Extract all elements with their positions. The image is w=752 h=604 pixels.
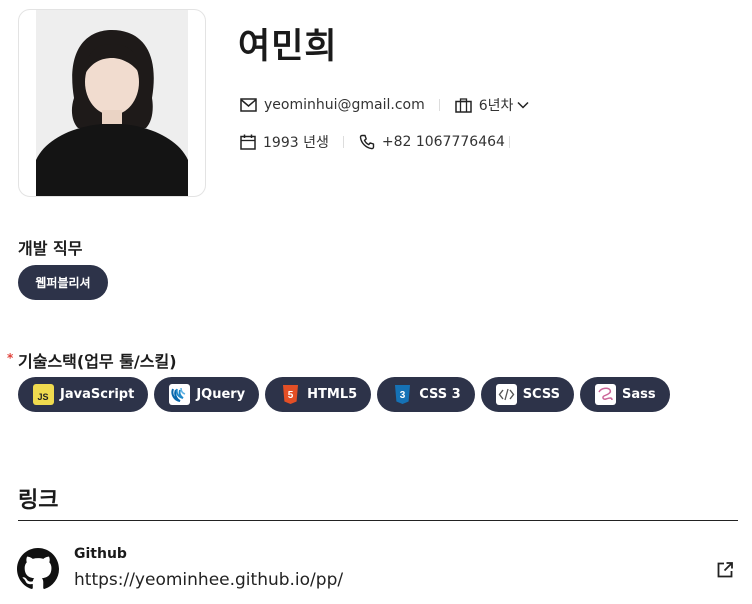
divider <box>438 99 440 111</box>
briefcase-icon <box>454 97 472 113</box>
github-icon <box>17 548 59 589</box>
birth-item: 1993 년생 <box>240 132 329 152</box>
skill-chip-javascript: JS JavaScript <box>18 377 149 412</box>
job-role-chip: 웹퍼블리셔 <box>18 265 108 300</box>
required-mark: * <box>7 351 14 365</box>
html5-icon: 5 <box>280 384 301 405</box>
calendar-icon <box>240 134 256 150</box>
job-section-label: 개발 직무 <box>18 239 83 258</box>
email-text: yeominhui@gmail.com <box>264 97 425 113</box>
birth-text: 1993 년생 <box>263 135 329 151</box>
skill-label: JQuery <box>196 387 246 402</box>
skill-chip-sass: Sass <box>579 377 670 412</box>
skill-chip-scss: SCSS <box>480 377 574 412</box>
phone-item: +82 1067776464 <box>359 132 505 152</box>
skill-label: SCSS <box>522 387 560 402</box>
external-link-icon[interactable] <box>716 561 734 579</box>
skill-label: CSS 3 <box>419 387 461 402</box>
code-icon <box>495 384 517 405</box>
contact-row-1: yeominhui@gmail.com 6년차 <box>240 95 529 115</box>
phone-text: +82 1067776464 <box>381 134 505 150</box>
jquery-icon <box>169 384 191 405</box>
skill-label: HTML5 <box>307 387 358 402</box>
svg-text:5: 5 <box>288 390 294 401</box>
sass-icon <box>594 384 616 405</box>
skill-chip-list: JS JavaScript JQuery 5 HTML5 3 CSS 3 SCS… <box>18 377 670 412</box>
phone-icon <box>359 134 375 150</box>
profile-photo-card <box>18 9 206 197</box>
skill-chip-jquery: JQuery <box>154 377 260 412</box>
link-name: Github <box>74 546 127 562</box>
experience-text: 6년차 <box>478 98 514 114</box>
link-url[interactable]: https://yeominhee.github.io/pp/ <box>74 570 343 590</box>
section-divider <box>18 520 738 521</box>
skills-section-label: 기술스택(업무 툴/스킬) <box>18 352 177 371</box>
skill-label: JavaScript <box>60 387 135 402</box>
javascript-icon: JS <box>33 384 54 405</box>
svg-text:JS: JS <box>37 392 48 402</box>
mail-icon <box>240 98 257 112</box>
skill-label: Sass <box>621 387 656 402</box>
links-section-title: 링크 <box>18 488 59 513</box>
email-item: yeominhui@gmail.com <box>240 95 425 115</box>
chevron-down-icon <box>517 101 529 109</box>
skill-chip-css3: 3 CSS 3 <box>377 377 475 412</box>
experience-dropdown[interactable]: 6년차 <box>454 95 530 115</box>
profile-photo <box>36 10 188 196</box>
svg-text:3: 3 <box>400 390 406 401</box>
css3-icon: 3 <box>392 384 413 405</box>
divider <box>508 136 510 148</box>
contact-row-2: 1993 년생 +82 1067776464 <box>240 132 525 152</box>
profile-name: 여민희 <box>238 27 338 67</box>
skill-chip-html5: 5 HTML5 <box>265 377 372 412</box>
divider <box>342 136 344 148</box>
